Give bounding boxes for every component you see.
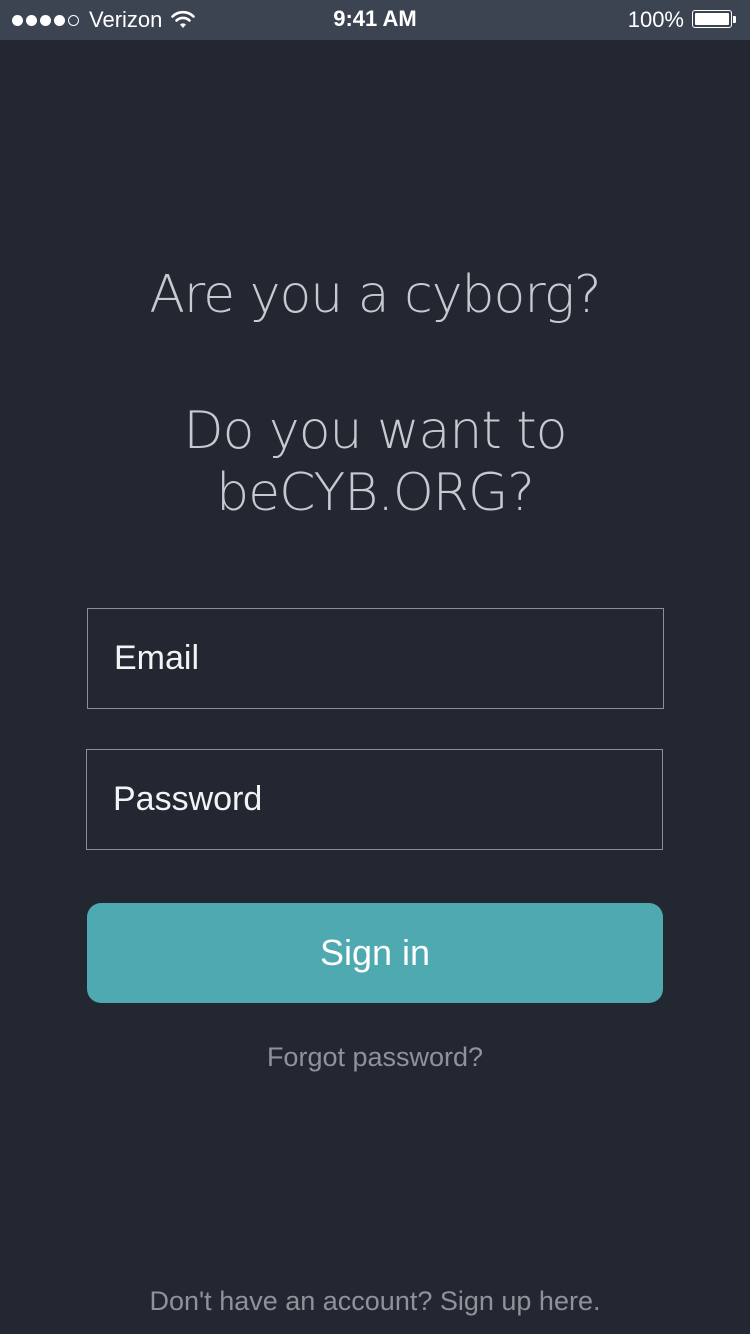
battery-percent: 100% (627, 7, 684, 32)
status-right: 100% (628, 7, 738, 33)
email-field[interactable] (87, 608, 664, 709)
headline-question: Are you a cyborg? (149, 265, 601, 325)
battery-body (692, 10, 732, 28)
headline-tagline: Do you want to beCYB.ORG? (183, 401, 568, 523)
password-field[interactable] (86, 749, 663, 850)
battery-tip (733, 16, 736, 23)
sign-up-link[interactable]: Don't have an account? Sign up here. (0, 1286, 750, 1317)
sign-in-button[interactable]: Sign in (87, 903, 663, 1003)
battery-fill (695, 13, 729, 25)
forgot-password-link[interactable]: Forgot password? (0, 1042, 750, 1073)
battery-icon (692, 10, 738, 30)
status-bar: Verizon 9:41 AM 100% (0, 0, 750, 40)
